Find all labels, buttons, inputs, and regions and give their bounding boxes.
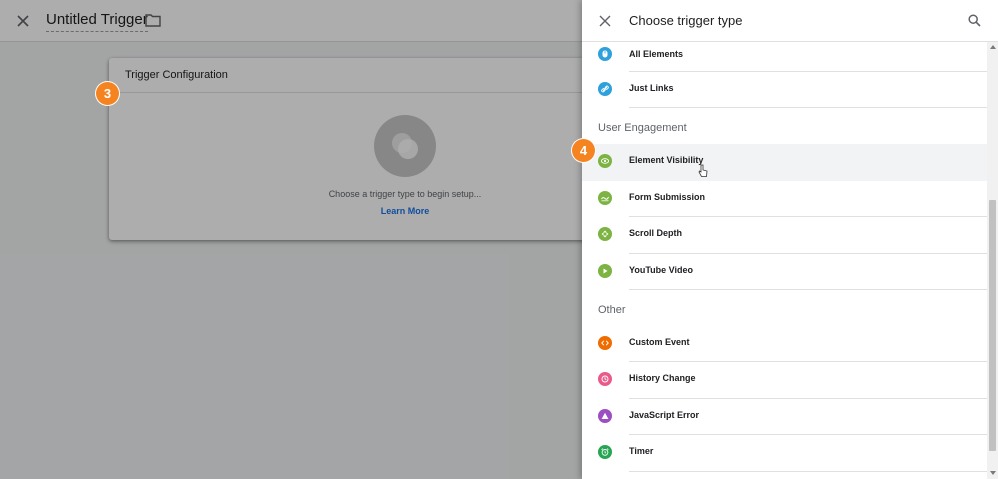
trigger-item-label: Custom Event [629,336,690,347]
divider [629,107,987,109]
play-icon [598,263,612,278]
trigger-item-all-elements[interactable]: All Elements [582,42,987,72]
search-icon[interactable] [968,14,981,27]
trigger-item-custom-event[interactable]: Custom Event [582,326,987,363]
panel-scrollbar[interactable] [987,42,998,479]
cursor-click-icon [598,47,612,61]
panel-title: Choose trigger type [629,13,743,28]
trigger-item-label: Timer [629,446,654,457]
scroll-down-arrow-icon[interactable] [990,471,996,475]
trigger-item-javascript-error[interactable]: JavaScript Error [582,399,987,436]
editor-topbar: Untitled Trigger [0,0,582,42]
trigger-placeholder-icon[interactable] [374,115,436,177]
trigger-item-history-change[interactable]: History Change [582,362,987,399]
section-label-user-engagement: User Engagement [598,122,687,135]
trigger-item-label: All Elements [629,49,684,59]
divider [629,288,987,290]
trigger-item-just-links[interactable]: Just Links [582,72,987,109]
close-icon[interactable] [14,12,32,30]
step-badge-3: 3 [96,82,119,105]
trigger-item-scroll-depth[interactable]: Scroll Depth [582,217,987,254]
divider [629,470,987,472]
trigger-type-list: All Elements Just Links User Engagement … [582,42,987,479]
panel-header: Choose trigger type [582,0,998,42]
link-icon [598,82,612,96]
eye-icon [598,154,612,169]
folder-icon[interactable] [145,13,161,27]
section-label-other: Other [598,303,626,316]
trigger-item-element-visibility[interactable]: Element Visibility [582,144,987,181]
trigger-item-youtube-video[interactable]: YouTube Video [582,254,987,290]
history-icon [598,372,612,387]
trigger-item-label: Just Links [629,83,674,93]
trigger-item-label: Element Visibility [629,155,704,166]
code-icon [598,335,612,350]
trigger-item-label: Form Submission [629,191,706,202]
alarm-clock-icon [598,445,612,460]
trigger-item-label: YouTube Video [629,264,694,275]
scrollbar-thumb[interactable] [989,200,996,451]
trigger-type-panel: Choose trigger type All Elements Just Li… [582,0,998,479]
close-panel-icon[interactable] [599,15,611,27]
trigger-name-input[interactable]: Untitled Trigger [46,10,148,32]
trigger-item-label: History Change [629,373,696,384]
warning-icon [598,408,612,423]
hand-pointer-icon [698,164,708,178]
trigger-editor: Untitled Trigger Trigger Configuration C… [0,0,589,479]
scroll-arrows-icon [598,227,612,242]
trigger-item-form-submission[interactable]: Form Submission [582,181,987,218]
trigger-item-label: Scroll Depth [629,228,683,239]
trigger-item-label: JavaScript Error [629,409,700,420]
trigger-configuration-card[interactable]: Trigger Configuration Choose a trigger t… [109,58,589,240]
step-badge-4: 4 [572,139,595,162]
card-title: Trigger Configuration [109,58,589,93]
scroll-up-arrow-icon[interactable] [990,45,996,49]
trigger-item-timer[interactable]: Timer [582,435,987,472]
form-icon [598,190,612,205]
